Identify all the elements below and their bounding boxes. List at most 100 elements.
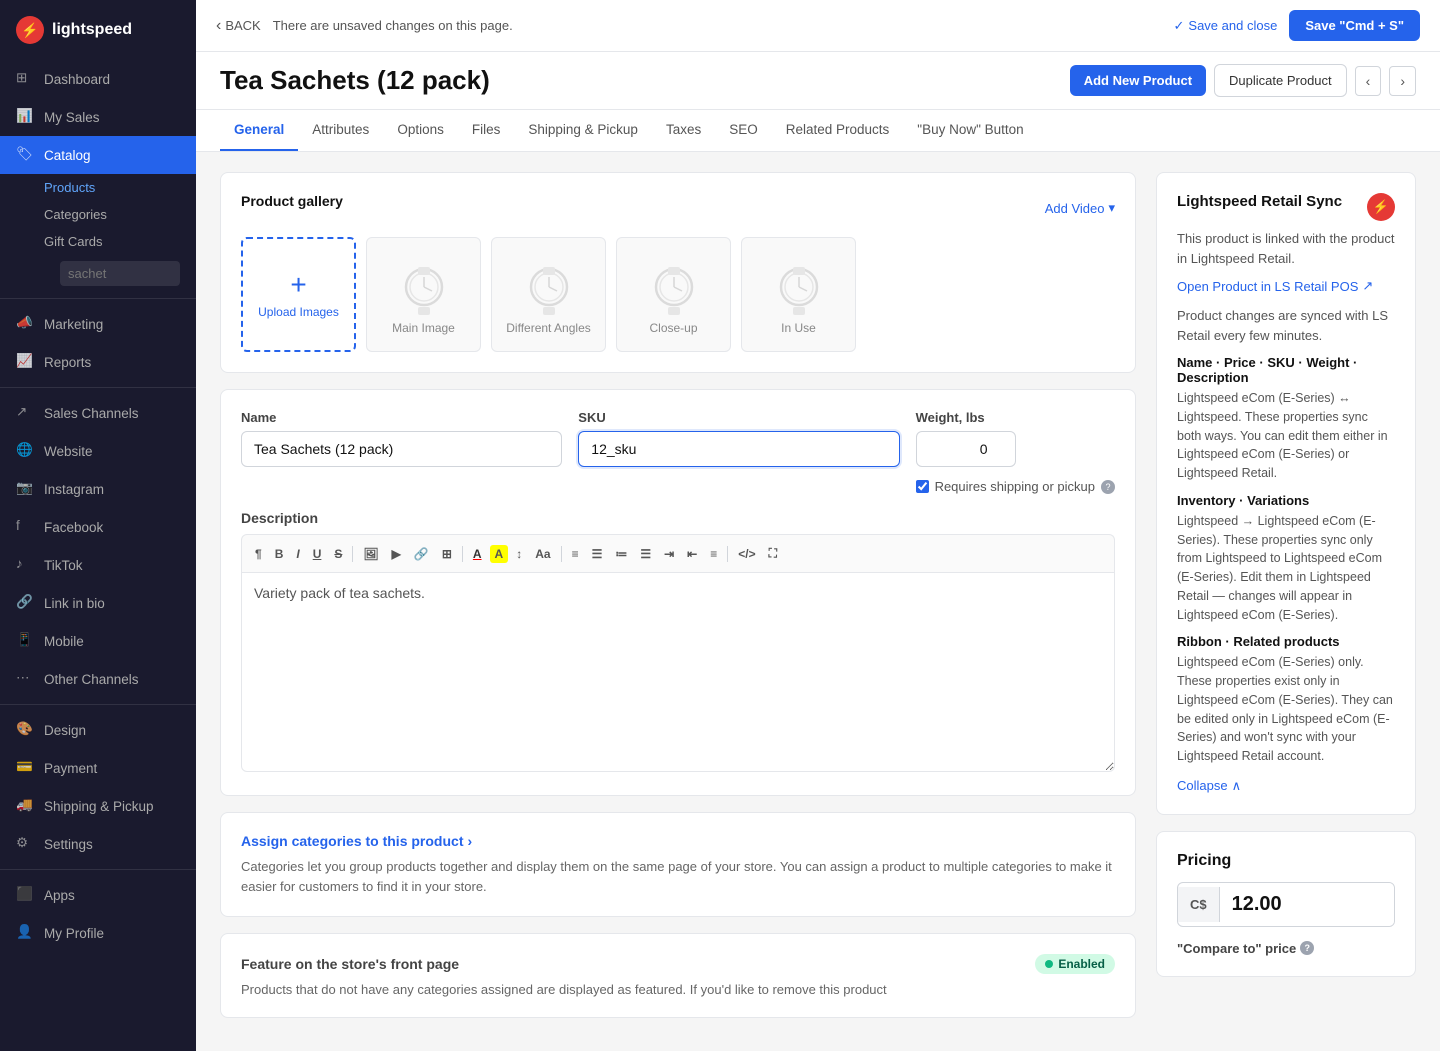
save-primary-button[interactable]: Save "Cmd + S" (1289, 10, 1420, 41)
save-and-close-button[interactable]: ✓ Save and close (1174, 18, 1278, 34)
toolbar-format-btn[interactable]: ↕ (511, 544, 527, 564)
toolbar-image-btn[interactable]: 🖼 (358, 544, 383, 564)
toolbar-video-btn[interactable]: ▶ (387, 544, 406, 564)
sidebar-item-catalog[interactable]: 🏷 Catalog (0, 136, 196, 174)
sidebar-label-tiktok: TikTok (44, 558, 83, 573)
sidebar-item-my-profile[interactable]: 👤 My Profile (0, 914, 196, 952)
sidebar-sub-gift-cards[interactable]: Gift Cards (44, 228, 196, 255)
gallery-main-image[interactable]: Main Image (366, 237, 481, 352)
toolbar-indent-btn[interactable]: ⇥ (659, 544, 679, 564)
sidebar-item-reports[interactable]: 📈 Reports (0, 343, 196, 381)
toolbar-highlight-btn[interactable]: A (490, 545, 509, 563)
sidebar-sub-categories[interactable]: Categories (44, 201, 196, 228)
sku-field-group: SKU (578, 410, 899, 494)
sidebar-item-link-in-bio[interactable]: 🔗 Link in bio (0, 584, 196, 622)
requires-shipping-row: Requires shipping or pickup ? (916, 479, 1115, 494)
toolbar-sep-3 (561, 546, 562, 562)
weight-input[interactable] (916, 431, 1016, 467)
gallery-closeup-image[interactable]: Close-up (616, 237, 731, 352)
back-button[interactable]: ‹ BACK (216, 17, 261, 35)
tab-attributes[interactable]: Attributes (298, 110, 383, 151)
toolbar-italic-btn[interactable]: I (291, 544, 304, 564)
price-input[interactable] (1220, 883, 1394, 926)
gallery-inuse-image[interactable]: In Use (741, 237, 856, 352)
collapse-button[interactable]: Collapse ∧ (1177, 778, 1395, 794)
sidebar-item-mobile[interactable]: 📱 Mobile (0, 622, 196, 660)
requires-shipping-checkbox[interactable] (916, 480, 929, 493)
toolbar-paragraph-btn[interactable]: ¶ (250, 544, 267, 564)
toolbar-strikethrough-btn[interactable]: S (329, 544, 347, 564)
add-video-button[interactable]: Add Video ▾ (1045, 200, 1115, 216)
sidebar-label-settings: Settings (44, 837, 93, 852)
assign-categories-link[interactable]: Assign categories to this product › (241, 833, 1115, 849)
open-product-ls-link[interactable]: Open Product in LS Retail POS ↗ (1177, 278, 1395, 294)
sku-input[interactable] (578, 431, 899, 467)
sidebar-item-my-sales[interactable]: 📊 My Sales (0, 98, 196, 136)
toolbar-bold-btn[interactable]: B (270, 544, 289, 564)
feature-enabled-badge[interactable]: Enabled (1035, 954, 1115, 974)
sidebar-item-instagram[interactable]: 📷 Instagram (0, 470, 196, 508)
sync-card: Lightspeed Retail Sync ⚡ This product is… (1156, 172, 1416, 815)
sidebar-item-website[interactable]: 🌐 Website (0, 432, 196, 470)
toolbar-link-btn[interactable]: 🔗 (409, 544, 434, 564)
closeup-watch-icon (644, 255, 704, 315)
upload-images-slot[interactable]: + Upload Images (241, 237, 356, 352)
toolbar-underline-btn[interactable]: U (308, 544, 327, 564)
add-new-product-button[interactable]: Add New Product (1070, 65, 1206, 96)
compare-price-help-icon[interactable]: ? (1300, 941, 1314, 955)
sidebar-label-link-in-bio: Link in bio (44, 596, 105, 611)
prev-product-button[interactable]: ‹ (1355, 66, 1382, 96)
search-input[interactable] (60, 261, 180, 286)
requires-shipping-help-icon[interactable]: ? (1101, 480, 1115, 494)
feature-card: Feature on the store's front page Enable… (220, 933, 1136, 1018)
globe-icon: 🌐 (16, 442, 34, 460)
toolbar-table-btn[interactable]: ⊞ (437, 544, 457, 564)
toolbar-case-btn[interactable]: Aa (530, 544, 555, 564)
main-image-label: Main Image (392, 321, 455, 335)
sidebar-item-marketing[interactable]: 📣 Marketing (0, 305, 196, 343)
toolbar-align-left-btn[interactable]: ≡ (567, 544, 584, 564)
tab-buy-now[interactable]: "Buy Now" Button (903, 110, 1037, 151)
sidebar-item-facebook[interactable]: f Facebook (0, 508, 196, 546)
sidebar-item-design[interactable]: 🎨 Design (0, 711, 196, 749)
name-sku-row: Name SKU Weight, lbs (241, 410, 1115, 494)
sidebar-sub-products[interactable]: Products (44, 174, 196, 201)
toolbar-font-color-btn[interactable]: A (468, 544, 487, 564)
tab-seo[interactable]: SEO (715, 110, 772, 151)
credit-card-icon: 💳 (16, 759, 34, 777)
toolbar-fullscreen-btn[interactable]: ⛶ (764, 543, 782, 564)
sidebar-item-payment[interactable]: 💳 Payment (0, 749, 196, 787)
sidebar-item-apps[interactable]: ⬛ Apps (0, 876, 196, 914)
duplicate-product-button[interactable]: Duplicate Product (1214, 64, 1347, 97)
toolbar-align-center-btn[interactable]: ☰ (587, 544, 608, 564)
toolbar-list-ol-btn[interactable]: ☰ (635, 544, 656, 564)
toolbar-align-right-btn[interactable]: ≡ (705, 544, 722, 564)
tab-files[interactable]: Files (458, 110, 515, 151)
next-product-button[interactable]: › (1389, 66, 1416, 96)
tab-related[interactable]: Related Products (772, 110, 904, 151)
sidebar-item-tiktok[interactable]: ♪ TikTok (0, 546, 196, 584)
toolbar-outdent-btn[interactable]: ⇤ (682, 544, 702, 564)
sidebar-item-settings[interactable]: ⚙ Settings (0, 825, 196, 863)
gallery-images: + Upload Images (241, 237, 1115, 352)
sidebar-item-sales-channels[interactable]: ↗ Sales Channels (0, 394, 196, 432)
toolbar-list-ul-btn[interactable]: ≔ (610, 544, 632, 564)
tab-taxes[interactable]: Taxes (652, 110, 715, 151)
name-label: Name (241, 410, 562, 425)
tab-options[interactable]: Options (383, 110, 458, 151)
description-section: Description ¶ B I U S 🖼 ▶ 🔗 (241, 510, 1115, 775)
tab-general[interactable]: General (220, 110, 298, 151)
megaphone-icon: 📣 (16, 315, 34, 333)
tab-shipping[interactable]: Shipping & Pickup (514, 110, 652, 151)
inuse-image-label: In Use (781, 321, 816, 335)
sidebar-item-other-channels[interactable]: ⋯ Other Channels (0, 660, 196, 698)
sync-section-2-title: Inventory · Variations (1177, 493, 1395, 508)
description-textarea[interactable]: Variety pack of tea sachets. (241, 572, 1115, 772)
sidebar-logo[interactable]: ⚡ lightspeed (0, 0, 196, 60)
sidebar-item-dashboard[interactable]: ⊞ Dashboard (0, 60, 196, 98)
gallery-angles-image[interactable]: Different Angles (491, 237, 606, 352)
sidebar-item-shipping[interactable]: 🚚 Shipping & Pickup (0, 787, 196, 825)
name-input[interactable] (241, 431, 562, 467)
add-video-label: Add Video (1045, 201, 1105, 216)
toolbar-code-btn[interactable]: </> (733, 544, 760, 564)
